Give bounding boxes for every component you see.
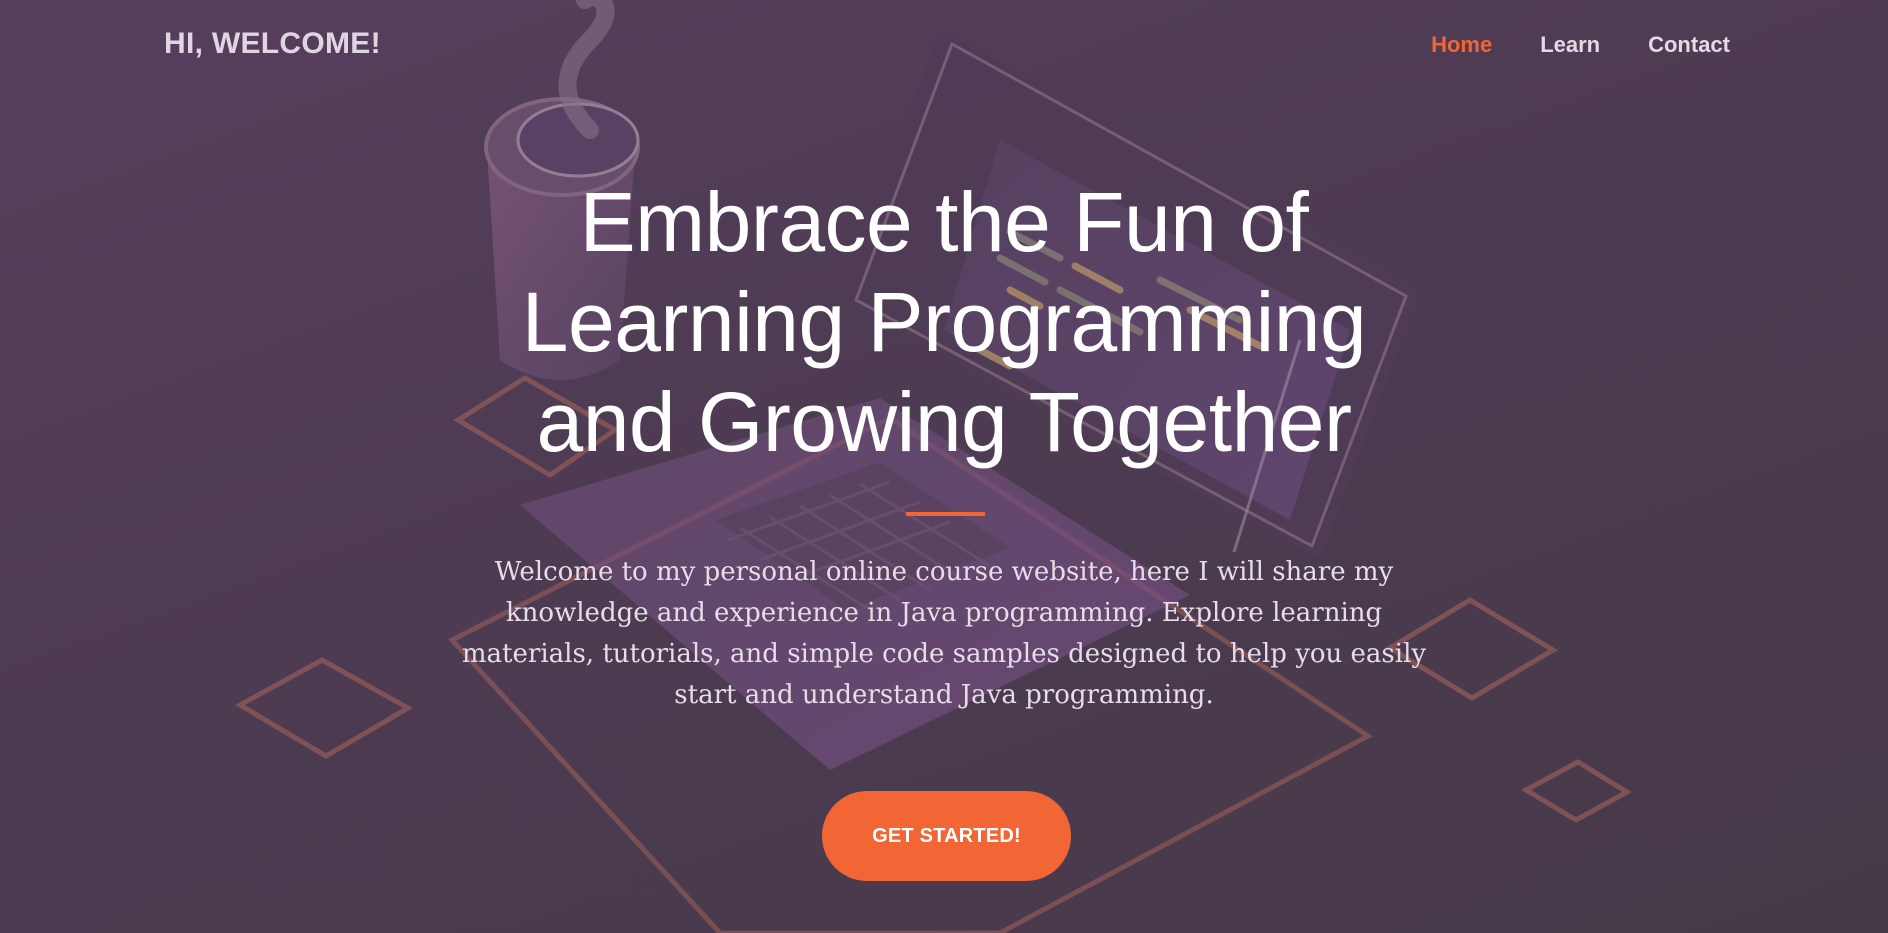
hero-title-line-1: Embrace the Fun of (579, 175, 1309, 269)
hero-title-line-3: and Growing Together (536, 375, 1353, 469)
get-started-button[interactable]: GET STARTED! (822, 791, 1071, 881)
title-divider (906, 512, 985, 516)
hero-description: Welcome to my personal online course web… (461, 557, 1427, 710)
hero-title: Embrace the Fun of Learning Programming … (344, 172, 1544, 472)
hero-title-line-2: Learning Programming (521, 275, 1367, 369)
hero-section: Embrace the Fun of Learning Programming … (0, 0, 1888, 933)
